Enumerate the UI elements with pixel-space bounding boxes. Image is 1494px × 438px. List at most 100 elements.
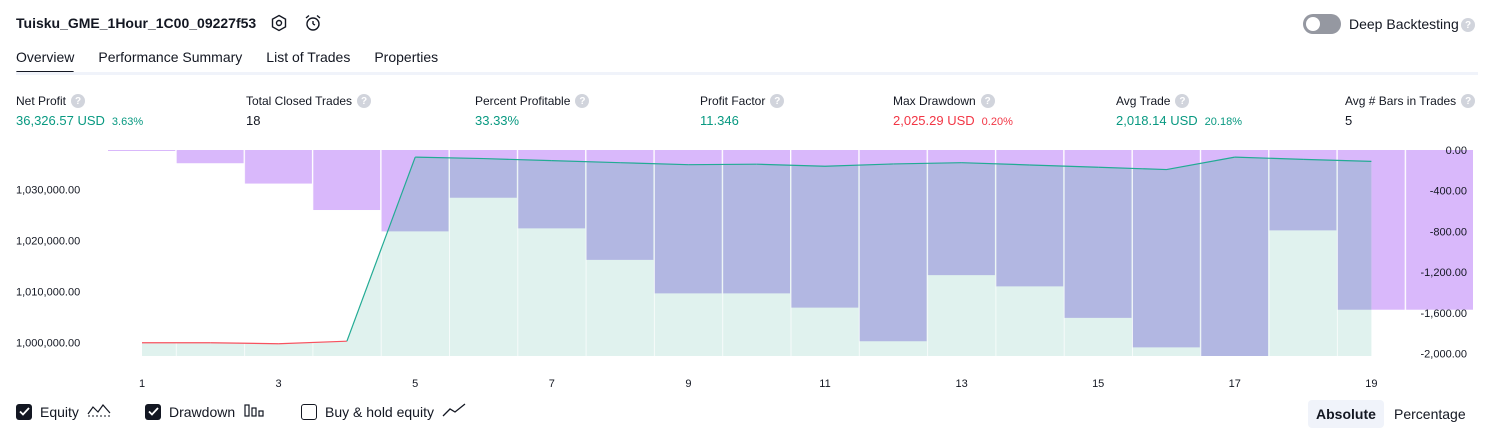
tab-bar: Overview Performance Summary List of Tra… — [16, 42, 462, 74]
left-axis-ticks: 1,030,000.00 1,020,000.00 1,010,000.00 1,00… — [16, 184, 80, 349]
x-axis-tick: 15 — [1092, 378, 1104, 390]
profit-factor-help-icon[interactable]: ? — [770, 94, 785, 108]
left-axis-tick: 1,010,000.00 — [16, 287, 80, 299]
left-axis-tick: 1,000,000.00 — [16, 338, 80, 350]
stat-total-closed-trades: Total Closed Trades? 18 — [246, 94, 372, 128]
drawdown-bar — [176, 150, 244, 164]
net-profit-label: Net Profit — [16, 94, 67, 108]
x-axis-tick: 11 — [819, 378, 830, 390]
overlap-segment — [1269, 158, 1337, 231]
settings-icon[interactable] — [269, 13, 289, 33]
right-axis-tick: -2,000.00 — [1421, 348, 1467, 360]
tab-list-of-trades[interactable]: List of Trades — [266, 42, 350, 74]
net-profit-help-icon[interactable]: ? — [71, 94, 86, 108]
overlap-segment — [791, 165, 859, 308]
profit-factor-label: Profit Factor — [700, 94, 766, 108]
drawdown-checkbox[interactable] — [145, 403, 161, 420]
equity-checkbox[interactable] — [16, 403, 32, 420]
net-profit-pct: 3.63% — [111, 116, 144, 128]
overlap-segment — [859, 163, 927, 342]
tab-overview[interactable]: Overview — [16, 42, 75, 74]
trend-line-icon — [442, 402, 466, 421]
percentage-mode-button[interactable]: Percentage — [1386, 400, 1474, 428]
overlap-segment — [1132, 163, 1200, 348]
overlap-segment — [995, 163, 1064, 287]
buy-hold-checkbox[interactable] — [301, 403, 317, 420]
x-axis-tick: 1 — [139, 378, 145, 390]
profit-factor-value: 11.346 — [700, 113, 739, 128]
buy-hold-legend-label: Buy & hold equity — [325, 403, 434, 420]
right-axis-tick: 0.00 — [1446, 145, 1467, 157]
avg-trade-value: 2,018.14 USD — [1116, 113, 1198, 128]
overlap-segment — [1200, 157, 1269, 356]
x-axis-tick: 9 — [685, 378, 691, 390]
percent-profitable-help-icon[interactable]: ? — [575, 94, 590, 108]
max-drawdown-pct: 0.20% — [981, 116, 1013, 128]
legend-equity[interactable]: Equity — [16, 402, 111, 421]
right-axis-tick: -800.00 — [1430, 226, 1467, 238]
strategy-title: Tuisku_GME_1Hour_1C00_09227f53 — [16, 15, 257, 31]
net-profit-value: 36,326.57 USD — [16, 113, 105, 128]
left-axis-tick: 1,020,000.00 — [16, 236, 80, 248]
avg-bars-help-icon[interactable]: ? — [1461, 94, 1476, 108]
total-closed-trades-label: Total Closed Trades — [246, 94, 353, 108]
stat-percent-profitable: Percent Profitable? 33.33% — [475, 94, 590, 128]
x-axis-tick: 17 — [1229, 378, 1241, 390]
overlap-segment — [449, 157, 517, 198]
drawdown-legend-label: Drawdown — [169, 403, 236, 420]
right-axis-tick: -400.00 — [1430, 186, 1467, 198]
x-axis-tick: 19 — [1365, 378, 1377, 390]
overlap-segment — [1337, 160, 1372, 310]
overlap-segment — [654, 163, 722, 294]
max-drawdown-label: Max Drawdown — [893, 94, 976, 108]
x-axis-tick: 3 — [276, 378, 282, 390]
max-drawdown-help-icon[interactable]: ? — [980, 94, 995, 108]
percent-profitable-value: 33.33% — [475, 113, 520, 128]
stat-avg-trade: Avg Trade? 2,018.14 USD 20.18% — [1116, 94, 1242, 128]
avg-trade-label: Avg Trade — [1116, 94, 1171, 108]
total-closed-trades-help-icon[interactable]: ? — [357, 94, 372, 108]
overlap-segment — [1064, 166, 1132, 318]
stat-profit-factor: Profit Factor? 11.346 — [700, 94, 785, 128]
tab-performance-summary[interactable]: Performance Summary — [98, 42, 242, 74]
deep-backtesting-label: Deep Backtesting — [1349, 16, 1459, 32]
max-drawdown-value: 2,025.29 USD — [893, 113, 975, 128]
overlap-segment — [722, 164, 790, 294]
tab-properties[interactable]: Properties — [374, 42, 438, 74]
deep-backtesting-toggle[interactable] — [1303, 14, 1341, 34]
legend-buy-hold[interactable]: Buy & hold equity — [301, 402, 466, 421]
tab-divider — [16, 72, 1478, 75]
equity-legend-label: Equity — [40, 403, 79, 420]
drawdown-bar — [244, 150, 312, 184]
x-axis-tick: 13 — [955, 378, 967, 390]
stat-net-profit: Net Profit? 36,326.57 USD 3.63% — [16, 94, 143, 128]
equity-line-icon — [87, 402, 111, 421]
legend-drawdown[interactable]: Drawdown — [145, 402, 265, 421]
drawdown-bar — [312, 150, 381, 211]
equity-line-segment — [688, 163, 757, 166]
total-closed-trades-value: 18 — [246, 113, 261, 128]
bars-icon — [243, 402, 265, 421]
left-axis-tick: 1,030,000.00 — [16, 184, 80, 196]
avg-trade-help-icon[interactable]: ? — [1175, 94, 1190, 108]
stat-max-drawdown: Max Drawdown? 2,025.29 USD 0.20% — [893, 94, 1013, 128]
x-axis-ticks: 1 3 5 7 9 11 13 15 17 19 — [139, 378, 1378, 390]
alarm-clock-icon[interactable] — [303, 13, 323, 33]
x-axis-tick: 5 — [412, 378, 418, 390]
stat-avg-bars: Avg # Bars in Trades? 5 — [1345, 94, 1476, 128]
overlap-segment — [586, 161, 654, 260]
x-axis-tick: 7 — [549, 378, 555, 390]
overlap-segment — [517, 159, 586, 229]
toggle-knob — [1306, 17, 1320, 31]
avg-bars-value: 5 — [1345, 113, 1353, 128]
equity-drawdown-chart[interactable]: 1,030,000.00 1,020,000.00 1,010,000.00 1,00… — [0, 140, 1494, 398]
right-axis-tick: -1,600.00 — [1421, 308, 1467, 320]
percent-profitable-label: Percent Profitable — [475, 94, 571, 108]
absolute-mode-button[interactable]: Absolute — [1308, 400, 1384, 428]
right-axis-tick: -1,200.00 — [1421, 267, 1467, 279]
deep-backtesting-help-icon[interactable]: ? — [1461, 18, 1475, 32]
avg-trade-pct: 20.18% — [1204, 116, 1242, 128]
avg-bars-label: Avg # Bars in Trades — [1345, 94, 1457, 108]
overlap-segment — [927, 162, 995, 276]
drawdown-bar — [108, 150, 176, 151]
